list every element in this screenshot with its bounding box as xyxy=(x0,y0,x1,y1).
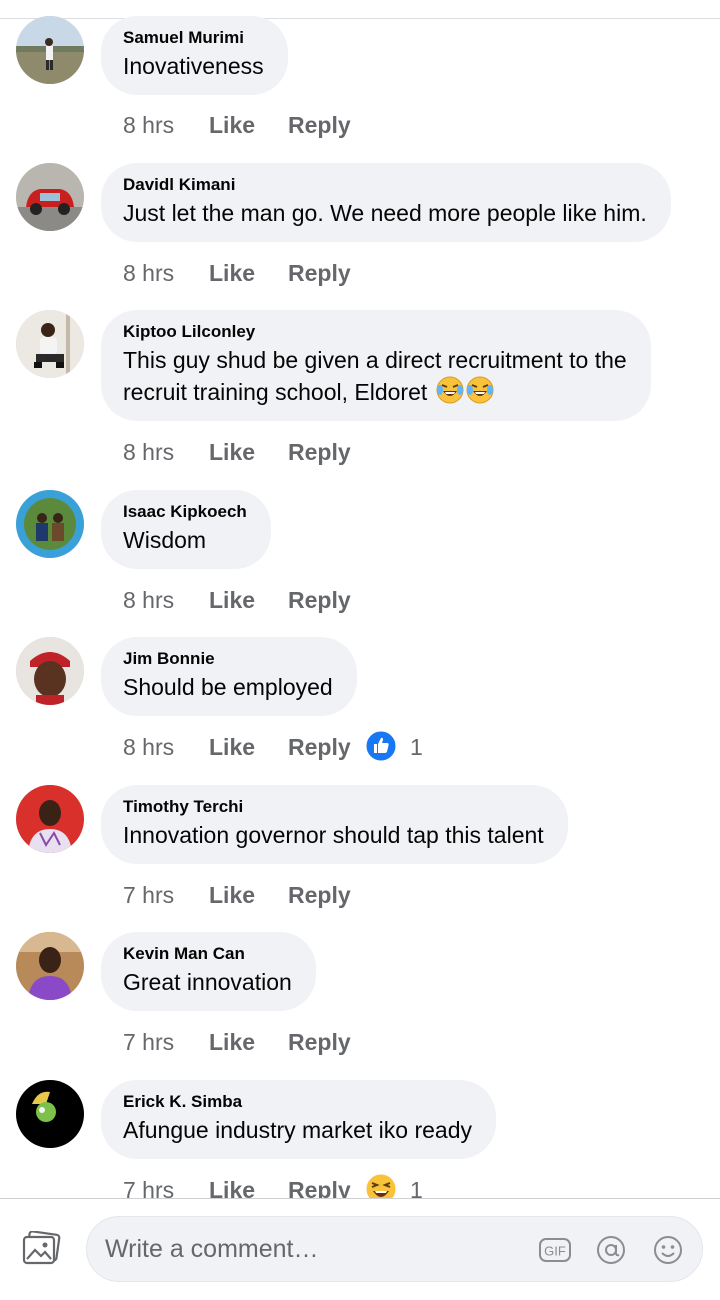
reply-button[interactable]: Reply xyxy=(288,732,351,762)
comment-bubble: Kiptoo Lilconley This guy shud be given … xyxy=(101,310,651,421)
like-button[interactable]: Like xyxy=(209,258,255,288)
comment-text-line: This guy shud be given a direct recruitm… xyxy=(123,347,627,373)
avatar[interactable] xyxy=(16,785,84,853)
comment-text: Inovativeness xyxy=(123,53,264,79)
gif-icon-label: GIF xyxy=(544,1244,566,1259)
comment-text: Afungue industry market iko ready xyxy=(123,1117,473,1143)
like-button[interactable]: Like xyxy=(209,1175,255,1198)
avatar[interactable] xyxy=(16,310,84,378)
mention-icon[interactable] xyxy=(595,1234,627,1266)
emoji-icon[interactable] xyxy=(652,1234,684,1266)
comment-bubble: Samuel Murimi Inovativeness xyxy=(101,16,288,95)
comment-text: This guy shud be given a direct recruitm… xyxy=(123,344,627,408)
avatar-image xyxy=(16,163,84,231)
avatar[interactable] xyxy=(16,1080,84,1148)
reply-button[interactable]: Reply xyxy=(288,258,351,288)
thumbs-up-icon[interactable] xyxy=(365,730,397,762)
avatar[interactable] xyxy=(16,932,84,1000)
photo-icon[interactable] xyxy=(22,1231,62,1267)
comment-text: Great innovation xyxy=(123,969,292,995)
avatar-image xyxy=(16,637,84,705)
reply-button[interactable]: Reply xyxy=(288,1027,351,1057)
comment-bubble: Timothy Terchi Innovation governor shoul… xyxy=(101,785,568,864)
avatar[interactable] xyxy=(16,163,84,231)
laughing-emoji-icon[interactable] xyxy=(365,1173,397,1198)
avatar-image xyxy=(16,310,84,378)
comment-time[interactable]: 8 hrs xyxy=(123,258,174,288)
reply-button[interactable]: Reply xyxy=(288,1175,351,1198)
avatar-image xyxy=(16,785,84,853)
comment-text: Should be employed xyxy=(123,674,333,700)
reply-button[interactable]: Reply xyxy=(288,585,351,615)
comment-time[interactable]: 7 hrs xyxy=(123,880,174,910)
avatar-image xyxy=(16,16,84,84)
reply-button[interactable]: Reply xyxy=(288,437,351,467)
comment-time[interactable]: 8 hrs xyxy=(123,732,174,762)
reply-button[interactable]: Reply xyxy=(288,880,351,910)
comment-time[interactable]: 8 hrs xyxy=(123,110,174,140)
avatar[interactable] xyxy=(16,637,84,705)
comment-bubble: Jim Bonnie Should be employed xyxy=(101,637,357,716)
comment-author[interactable]: Kiptoo Lilconley xyxy=(123,322,627,342)
comment-bubble: Isaac Kipkoech Wisdom xyxy=(101,490,271,569)
comment-actions: 7 hrs Like Reply 1 xyxy=(123,1173,443,1198)
comment-input-placeholder: Write a comment… xyxy=(105,1235,319,1263)
gif-icon[interactable]: GIF xyxy=(539,1234,571,1266)
like-button[interactable]: Like xyxy=(209,1027,255,1057)
laughing-tears-emoji-icon xyxy=(436,376,464,404)
reply-button[interactable]: Reply xyxy=(288,110,351,140)
reaction-count[interactable]: 1 xyxy=(410,732,423,762)
like-button[interactable]: Like xyxy=(209,585,255,615)
comment-author[interactable]: Davidl Kimani xyxy=(123,175,647,195)
comment-time[interactable]: 8 hrs xyxy=(123,585,174,615)
comment-time[interactable]: 8 hrs xyxy=(123,437,174,467)
comment-text: Innovation governor should tap this tale… xyxy=(123,822,544,848)
comment-time[interactable]: 7 hrs xyxy=(123,1175,174,1198)
comment-list[interactable]: Samuel Murimi Inovativeness 8 hrs Like R… xyxy=(0,0,720,1198)
comment-actions: 8 hrs Like Reply 1 xyxy=(123,730,443,762)
avatar[interactable] xyxy=(16,490,84,558)
comment-composer: Write a comment… GIF xyxy=(0,1198,720,1300)
comment-bubble: Erick K. Simba Afungue industry market i… xyxy=(101,1080,497,1159)
comment-text-line-with-emoji: recruit training school, Eldoret xyxy=(123,376,627,408)
laughing-tears-emoji-icon xyxy=(466,376,494,404)
comment-author[interactable]: Kevin Man Can xyxy=(123,944,292,964)
comment-time[interactable]: 7 hrs xyxy=(123,1027,174,1057)
comment-author[interactable]: Timothy Terchi xyxy=(123,797,544,817)
avatar-image xyxy=(16,490,84,558)
comment-author[interactable]: Samuel Murimi xyxy=(123,28,264,48)
comment-author[interactable]: Jim Bonnie xyxy=(123,649,333,669)
comment-text-line: recruit training school, Eldoret xyxy=(123,379,428,405)
comment-bubble: Davidl Kimani Just let the man go. We ne… xyxy=(101,163,671,242)
avatar-image xyxy=(16,932,84,1000)
reaction-count[interactable]: 1 xyxy=(410,1175,423,1198)
avatar[interactable] xyxy=(16,16,84,84)
like-button[interactable]: Like xyxy=(209,437,255,467)
avatar-image xyxy=(16,1080,84,1148)
like-button[interactable]: Like xyxy=(209,732,255,762)
like-button[interactable]: Like xyxy=(209,110,255,140)
comment-text: Wisdom xyxy=(123,527,207,553)
comment-text: Just let the man go. We need more people… xyxy=(123,200,647,226)
comment-bubble: Kevin Man Can Great innovation xyxy=(101,932,316,1011)
like-button[interactable]: Like xyxy=(209,880,255,910)
comment-author[interactable]: Erick K. Simba xyxy=(123,1092,472,1112)
comment-input[interactable]: Write a comment… GIF xyxy=(86,1216,703,1282)
comment-author[interactable]: Isaac Kipkoech xyxy=(123,502,247,522)
